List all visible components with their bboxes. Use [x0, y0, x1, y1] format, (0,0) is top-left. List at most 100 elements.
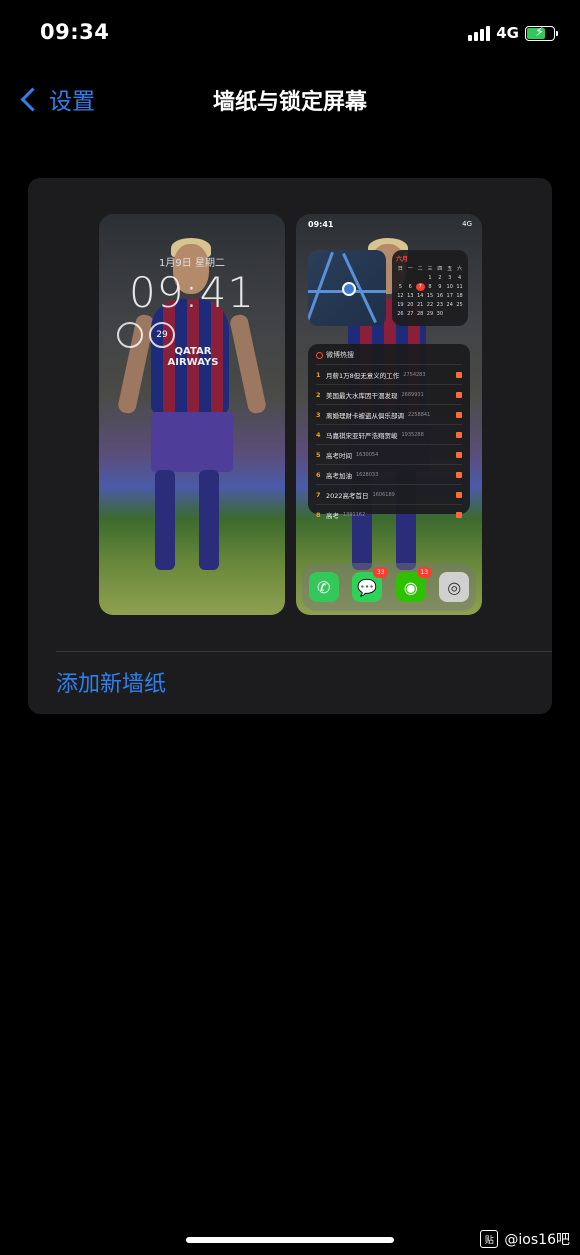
wechat-app-icon: ◉ 13 [395, 567, 432, 602]
calendar-day: 20 [407, 302, 414, 308]
page-title: 墙纸与锁定屏幕 [212, 90, 367, 115]
camera-app-icon: ◎ [439, 572, 470, 602]
lock-screen-preview[interactable]: QATAR AIRWAYS 1月9日 星期二 09:41 29 [99, 214, 285, 615]
hot-text: 高考加油 [326, 471, 352, 480]
tieba-logo-icon: 贴 [480, 1230, 499, 1248]
calendar-day: 2 [438, 275, 442, 281]
hot-rank: 5 [316, 450, 321, 459]
hot-count: 2258841 [408, 411, 431, 418]
calendar-day [396, 274, 405, 282]
hot-count: 1391162 [343, 511, 366, 518]
jersey-sponsor: QATAR AIRWAYS [167, 346, 219, 368]
hot-text: 高考时间 [326, 451, 352, 460]
hot-tag-icon [456, 471, 462, 478]
calendar-day: 16 [436, 293, 444, 299]
hot-rank: 8 [316, 510, 321, 519]
wallpaper-card: QATAR AIRWAYS 1月9日 星期二 09:41 29 09:41 4G… [28, 178, 552, 714]
lock-time: 09:41 [128, 268, 256, 317]
hot-rank: 4 [316, 430, 321, 439]
home-network: 4G [462, 220, 472, 228]
calendar-day: 10 [446, 284, 453, 290]
hot-rank: 2 [316, 390, 321, 399]
lock-date: 1月9日 星期二 [159, 258, 225, 269]
hot-count: 2689931 [401, 391, 424, 398]
hot-tag-icon [456, 431, 462, 438]
wechat-badge: 13 [416, 567, 432, 578]
hot-count: 1606189 [372, 491, 395, 498]
calendar-day: 30 [436, 311, 444, 317]
calendar-day: 7 [415, 283, 425, 291]
signal-icon [468, 25, 491, 41]
calendar-day: 8 [428, 284, 432, 290]
hot-tag-icon [456, 451, 462, 458]
calendar-day: 六 [457, 266, 463, 272]
hot-search-row: 2 美国最大水库因干涸发现 2689931 [316, 384, 462, 404]
calendar-day: 日 [397, 266, 403, 272]
calendar-day: 18 [456, 293, 463, 299]
calendar-day: 27 [407, 311, 414, 317]
calendar-day: 24 [446, 302, 453, 308]
hot-tag-icon [456, 491, 462, 498]
calendar-day: 二 [417, 266, 423, 272]
hot-rank: 3 [316, 410, 321, 419]
messages-badge: 33 [373, 567, 389, 578]
add-new-wallpaper-button[interactable]: 添加新墙纸 [56, 666, 166, 698]
hot-count: 1628033 [356, 471, 379, 478]
hot-rank: 1 [316, 370, 321, 379]
calendar-day: 12 [397, 293, 404, 299]
map-widget [308, 250, 386, 326]
calendar-day: 21 [416, 302, 424, 308]
calendar-day: 5 [398, 284, 403, 290]
calendar-day: 17 [446, 293, 453, 299]
calendar-day: 三 [427, 266, 433, 272]
charging-bolt-icon: ⚡ [535, 24, 545, 40]
calendar-day: 五 [447, 266, 453, 272]
hot-search-row: 5 高考时间 1630054 [316, 444, 462, 464]
hot-search-row: 8 高考 1391162 [316, 504, 462, 524]
hot-search-row: 4 马嘉祺宋亚轩严浩翔贺峻 1935288 [316, 424, 462, 444]
calendar-day: 26 [397, 311, 404, 317]
divider [56, 651, 552, 652]
calendar-day: 一 [407, 266, 413, 272]
hot-search-row: 1 月薪1万8但无意义的工作 2754283 [316, 364, 462, 384]
calendar-day: 3 [448, 275, 452, 281]
calendar-day: 1 [428, 275, 432, 281]
hot-tag-icon [456, 391, 462, 398]
dock: ✆ 💬 33 ◉ 13 ◎ [302, 563, 476, 611]
hot-search-row: 6 高考加油 1628033 [316, 464, 462, 484]
weibo-icon [316, 351, 323, 359]
activity-ring-icon [117, 322, 143, 348]
ring-widget: 29 [149, 322, 175, 348]
hot-tag-icon [456, 371, 462, 378]
calendar-day: 22 [426, 302, 434, 308]
hot-rank: 6 [316, 470, 321, 479]
hot-text: 月薪1万8但无意义的工作 [326, 371, 400, 380]
hot-count: 2754283 [403, 371, 426, 378]
hot-rank: 7 [316, 490, 321, 499]
messages-app-icon: 💬 33 [352, 567, 389, 602]
phone-app-icon: ✆ [308, 572, 339, 602]
calendar-day: 13 [407, 293, 414, 299]
calendar-day: 25 [456, 302, 463, 308]
network-type: 4G [496, 24, 519, 42]
hot-count: 1630054 [356, 451, 379, 458]
home-indicator [186, 1237, 394, 1243]
home-screen-preview[interactable]: 09:41 4G 六月 日一二三四五六 1 2 3 4 5 6 7 8 9 10 11 12 13 14 15… [296, 214, 482, 615]
calendar-day: 28 [416, 311, 424, 317]
status-time: 09:34 [40, 20, 110, 44]
hot-search-row: 3 离婚理财卡被盗从俱乐部调 2258841 [316, 404, 462, 424]
hot-tag-icon [456, 411, 462, 418]
calendar-day: 14 [416, 293, 424, 299]
hot-count: 1935288 [401, 431, 424, 438]
calendar-grid: 日一二三四五六 1 2 3 4 5 6 7 8 9 10 11 12 13 14 15 16 17 18 19 20 21… [396, 265, 464, 318]
calendar-day: 29 [426, 311, 434, 317]
calendar-day: 6 [408, 284, 412, 290]
lock-widgets: 29 [117, 322, 175, 348]
calendar-day: 四 [437, 266, 443, 272]
calendar-day: 4 [457, 275, 462, 281]
calendar-day: 15 [426, 293, 434, 299]
hot-text: 2022高考首日 [326, 491, 369, 500]
calendar-day: 9 [438, 284, 442, 290]
hot-search-row: 7 2022高考首日 1606189 [316, 484, 462, 504]
calendar-widget: 六月 日一二三四五六 1 2 3 4 5 6 7 8 9 10 11 12 13 14 15 16 17 18 19 2… [392, 250, 468, 326]
